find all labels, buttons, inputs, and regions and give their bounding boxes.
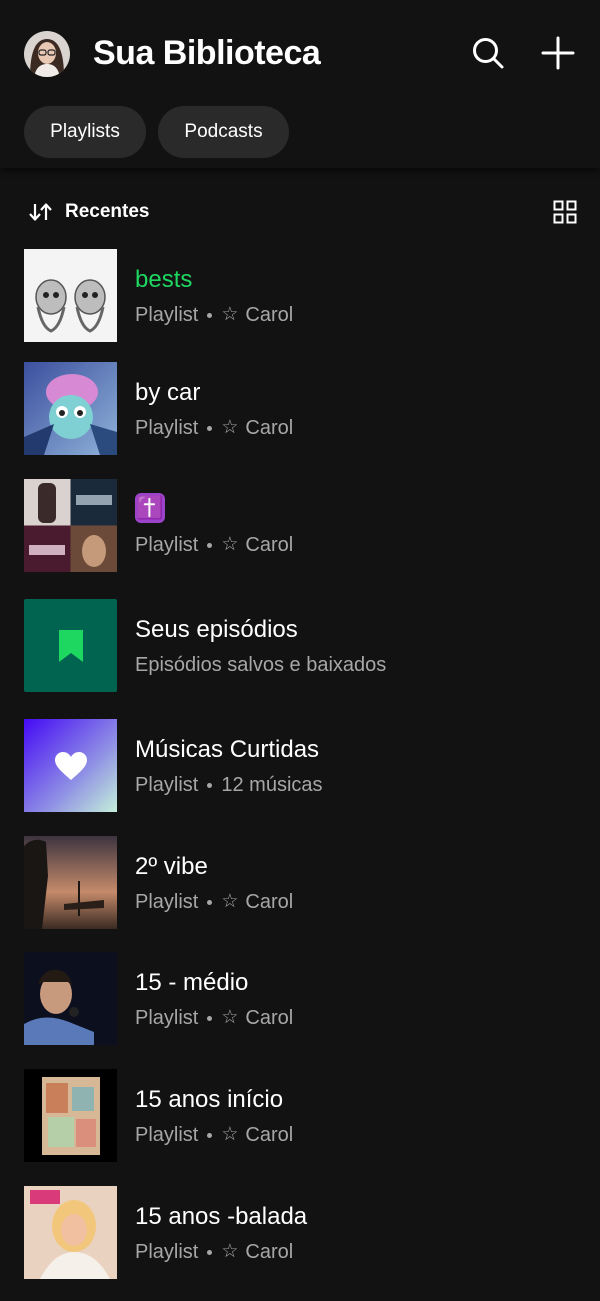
playlist-cover (24, 952, 117, 1045)
library-header: Sua Biblioteca Playlists Podcasts (0, 0, 600, 168)
item-owner: Carol (245, 1124, 294, 1146)
separator-dot (207, 425, 213, 431)
item-owner: Carol (245, 534, 294, 556)
item-title: 15 anos -balada (135, 1203, 308, 1230)
episodes-tile (24, 599, 117, 692)
item-title: Seus episódios (135, 616, 298, 643)
item-subtitle: Playlist ☆ Carol (135, 889, 293, 915)
item-subtitle: Playlist ☆ Carol (135, 1005, 293, 1031)
heart-icon (54, 751, 87, 780)
item-type: Playlist (135, 534, 199, 556)
cross-emoji: ✝️ (135, 493, 165, 523)
separator-dot (207, 1249, 213, 1255)
separator-dot (207, 1015, 213, 1021)
sort-row: Recentes (0, 190, 600, 234)
item-subtitle: Playlist ☆ Carol (135, 415, 293, 441)
grid-view-icon (553, 200, 577, 224)
separator-dot (207, 542, 213, 548)
item-type: Playlist (135, 304, 199, 326)
star-icon: ☆ (221, 1124, 239, 1145)
sort-button[interactable]: Recentes (28, 198, 150, 226)
item-type: Playlist (135, 1007, 199, 1029)
item-title: 15 - médio (135, 969, 249, 996)
list-item-2-vibe[interactable]: 2º vibe Playlist ☆ Carol (0, 836, 600, 946)
separator-dot (207, 1132, 213, 1138)
list-item-cross[interactable]: ✝️ Playlist ☆ Carol (0, 479, 600, 589)
list-item-seus-episodios[interactable]: Seus episódios Episódios salvos e baixad… (0, 599, 600, 709)
user-avatar[interactable] (24, 31, 70, 77)
item-title: 15 anos início (135, 1086, 284, 1113)
separator-dot (207, 782, 213, 788)
item-owner: Carol (245, 891, 294, 913)
search-button[interactable] (468, 33, 508, 73)
item-subtitle: Playlist ☆ Carol (135, 302, 293, 328)
playlist-cover (24, 1069, 117, 1162)
search-icon (473, 38, 504, 69)
list-item-by-car[interactable]: by car Playlist ☆ Carol (0, 362, 600, 472)
list-item-15-medio[interactable]: 15 - médio Playlist ☆ Carol (0, 952, 600, 1062)
separator-dot (207, 899, 213, 905)
star-icon: ☆ (221, 891, 239, 912)
add-button[interactable] (538, 33, 578, 73)
list-item-15-anos-inicio[interactable]: 15 anos início Playlist ☆ Carol (0, 1069, 600, 1179)
item-subtitle: Playlist ☆ Carol (135, 1239, 293, 1265)
item-title: by car (135, 379, 201, 406)
list-item-musicas-curtidas[interactable]: Músicas Curtidas Playlist 12 músicas (0, 719, 600, 829)
item-type: Playlist (135, 891, 199, 913)
item-owner: Carol (245, 417, 294, 439)
plus-icon (541, 36, 575, 70)
star-icon: ☆ (221, 304, 239, 325)
playlist-cover (24, 362, 117, 455)
item-title: ✝️ (135, 493, 165, 523)
item-type: Playlist (135, 1241, 199, 1263)
list-item-15-anos-balada[interactable]: 15 anos -balada Playlist ☆ Carol (0, 1186, 600, 1296)
star-icon: ☆ (221, 417, 239, 438)
liked-songs-tile (24, 719, 117, 812)
sort-label: Recentes (65, 201, 150, 222)
star-icon: ☆ (221, 534, 239, 555)
separator-dot (207, 312, 213, 318)
item-type: Playlist (135, 774, 199, 796)
star-icon: ☆ (221, 1007, 239, 1028)
item-subtitle: Playlist 12 músicas (135, 772, 323, 798)
filter-chip-playlists[interactable]: Playlists (24, 106, 146, 158)
bookmark-icon (58, 629, 83, 662)
item-title: 2º vibe (135, 853, 208, 880)
item-title: bests (135, 266, 193, 293)
playlist-cover (24, 249, 117, 342)
list-item-bests[interactable]: bests Playlist ☆ Carol (0, 249, 600, 359)
filter-chip-podcasts[interactable]: Podcasts (158, 106, 289, 158)
page-title: Sua Biblioteca (93, 34, 321, 72)
item-subtitle: Playlist ☆ Carol (135, 1122, 293, 1148)
item-subtitle: Episódios salvos e baixados (135, 654, 387, 676)
sort-arrows-icon (29, 203, 52, 221)
item-count: 12 músicas (221, 774, 323, 796)
item-owner: Carol (245, 1007, 294, 1029)
item-type: Playlist (135, 417, 199, 439)
grid-view-button[interactable] (553, 200, 577, 224)
item-title: Músicas Curtidas (135, 736, 320, 763)
playlist-cover (24, 836, 117, 929)
star-icon: ☆ (221, 1241, 239, 1262)
item-subtitle: Playlist ☆ Carol (135, 532, 293, 558)
item-type: Playlist (135, 1124, 199, 1146)
playlist-cover (24, 1186, 117, 1279)
playlist-cover-mosaic (24, 479, 117, 572)
item-owner: Carol (245, 304, 294, 326)
item-owner: Carol (245, 1241, 294, 1263)
